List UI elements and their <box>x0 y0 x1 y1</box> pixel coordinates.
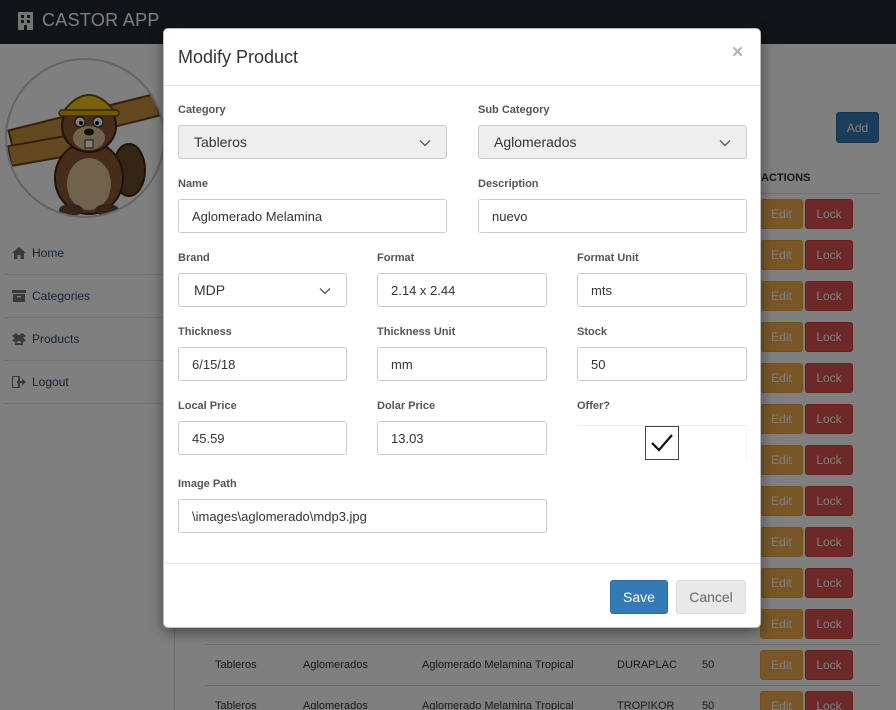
stock-input[interactable]: 50 <box>577 347 747 381</box>
thickness-label: Thickness <box>178 326 232 338</box>
save-button[interactable]: Save <box>610 580 668 614</box>
local-price-input[interactable]: 45.59 <box>178 421 347 455</box>
stock-label: Stock <box>577 326 607 338</box>
subcategory-value: Aglomerados <box>494 134 577 150</box>
offer-label: Offer? <box>577 400 610 412</box>
thickness-unit-input[interactable]: mm <box>377 347 547 381</box>
description-input[interactable]: nuevo <box>478 199 747 233</box>
close-icon[interactable]: × <box>732 43 743 62</box>
offer-checkbox[interactable] <box>645 426 679 460</box>
chevron-down-icon <box>719 140 731 147</box>
modal-footer: Save Cancel <box>164 563 760 627</box>
thickness-input[interactable]: 6/15/18 <box>178 347 347 381</box>
checkmark-icon <box>651 434 673 452</box>
dolar-price-input[interactable]: 13.03 <box>377 421 547 455</box>
name-input[interactable]: Aglomerado Melamina <box>178 199 447 233</box>
brand-label: Brand <box>178 252 210 264</box>
format-unit-label: Format Unit <box>577 252 639 264</box>
cancel-button[interactable]: Cancel <box>676 580 746 614</box>
dolar-price-label: Dolar Price <box>377 400 436 412</box>
brand-value: MDP <box>194 282 226 298</box>
format-label: Format <box>377 252 415 264</box>
modal-title: Modify Product <box>178 47 299 67</box>
category-select[interactable]: Tableros <box>178 125 447 159</box>
modal-header: Modify Product × <box>164 29 760 86</box>
chevron-down-icon <box>319 288 331 295</box>
subcategory-select[interactable]: Aglomerados <box>478 125 747 159</box>
subcategory-label: Sub Category <box>478 104 550 116</box>
brand-select[interactable]: MDP <box>178 273 347 307</box>
format-input[interactable]: 2.14 x 2.44 <box>377 273 547 307</box>
category-value: Tableros <box>194 134 247 150</box>
modify-product-modal: Modify Product × Category Tableros Sub C… <box>163 28 761 628</box>
category-label: Category <box>178 104 226 116</box>
image-path-input[interactable]: \images\aglomerado\mdp3.jpg <box>178 499 547 533</box>
local-price-label: Local Price <box>178 400 237 412</box>
thickness-unit-label: Thickness Unit <box>377 326 456 338</box>
chevron-down-icon <box>419 140 431 147</box>
description-label: Description <box>478 178 539 190</box>
name-label: Name <box>178 178 208 190</box>
format-unit-input[interactable]: mts <box>577 273 747 307</box>
image-path-label: Image Path <box>178 478 237 490</box>
